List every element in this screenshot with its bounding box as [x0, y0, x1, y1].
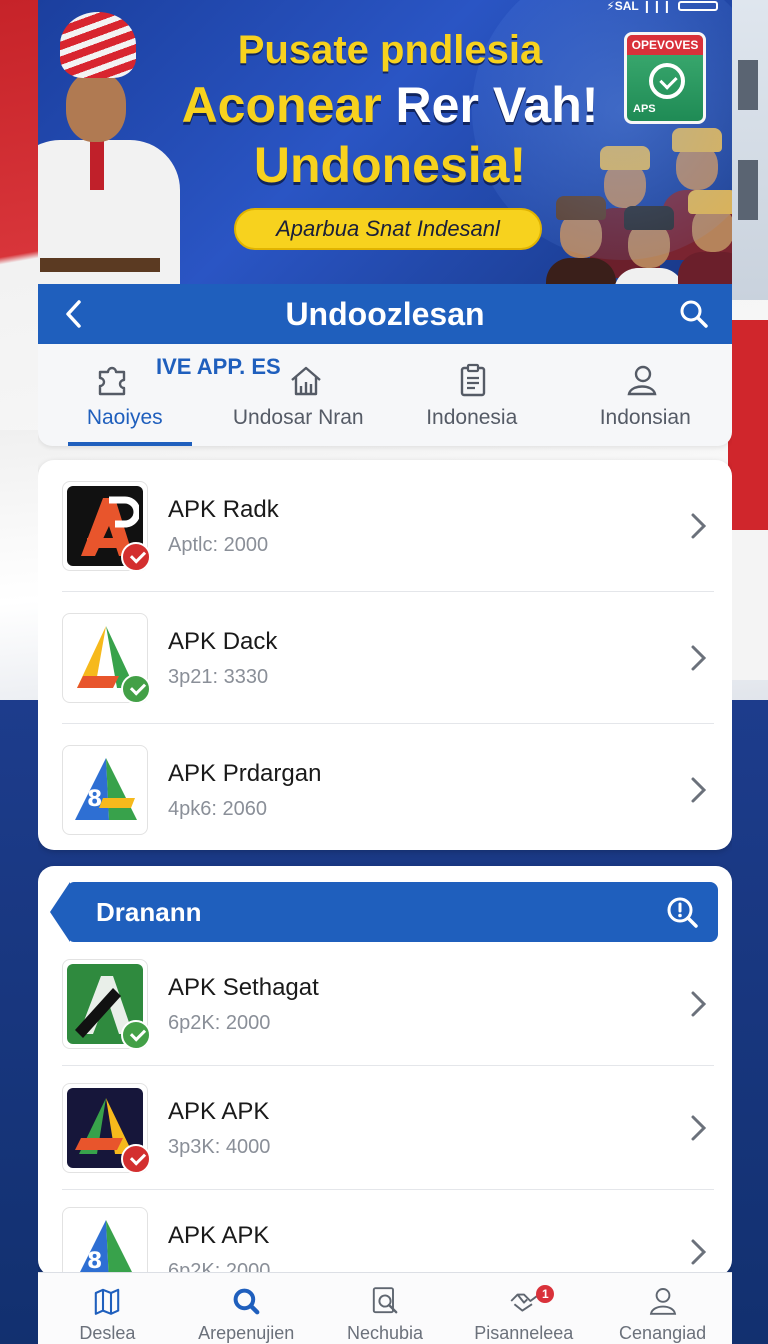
list-item[interactable]: APK Dack 3p21: 3330	[62, 592, 714, 724]
app-icon	[62, 613, 151, 704]
nav-deslea[interactable]: Deslea	[38, 1273, 177, 1344]
list-item[interactable]: APK APK 3p3K: 4000	[62, 1066, 714, 1190]
app-icon: 8	[62, 1207, 148, 1276]
nav-label: Cenangiad	[619, 1323, 707, 1343]
nav-nechubia[interactable]: Nechubia	[316, 1273, 455, 1344]
app-subtitle: Aptlc: 2000	[168, 533, 269, 556]
badge-label: OPEVOVES	[627, 35, 703, 55]
nav-label: Arepenujien	[198, 1323, 295, 1343]
banner-line-3: Undonesia!	[253, 137, 527, 193]
nav-label: Nechubia	[346, 1323, 424, 1343]
person-illustration	[546, 196, 616, 284]
chevron-right-icon[interactable]	[682, 988, 714, 1020]
app-name: APK APK	[168, 1221, 270, 1249]
banner-line-2-yellow: Aconear	[181, 77, 396, 133]
app-list-card: Dranann APK Sethagat 6p2K: 2000 APK APK …	[38, 866, 732, 1276]
list-item[interactable]: 8 APK Prdargan 4pk6: 2060	[62, 724, 714, 850]
nav-arepenujien[interactable]: Arepenujien	[177, 1273, 316, 1344]
chevron-right-icon[interactable]	[682, 1236, 714, 1268]
list-item[interactable]: APK Sethagat 6p2K: 2000	[62, 942, 714, 1066]
app-icon: 8	[62, 745, 148, 835]
chevron-right-icon[interactable]	[682, 1112, 714, 1144]
document-search-icon	[372, 1287, 398, 1314]
notification-badge: 1	[536, 1285, 555, 1303]
tab-indonesia[interactable]: Indonesia	[385, 344, 559, 446]
triangle-logo: 8	[78, 1220, 134, 1276]
signal-text: ⚡SAL ❙❙❙	[606, 0, 672, 13]
app-screen: ⚡SAL ❙❙❙ Pusate pndlesia Aconear Rer Vah…	[38, 0, 732, 1344]
banner-line-2-white: Rer Vah!	[395, 77, 599, 133]
svg-text:8: 8	[87, 787, 102, 812]
chevron-right-icon[interactable]	[682, 510, 714, 542]
banner-line-2: Aconear Rer Vah!	[150, 80, 630, 130]
tab-indonsian[interactable]: Indonsian	[559, 344, 733, 446]
flag-white-right	[728, 530, 768, 680]
section-header: Dranann	[50, 882, 718, 942]
app-icon	[62, 481, 151, 572]
person-illustration	[678, 190, 732, 284]
tab-undosar-nran[interactable]: Undosar Nran	[212, 344, 386, 446]
app-name: APK Dack	[168, 627, 278, 655]
nav-label: Deslea	[79, 1323, 136, 1343]
status-bar: ⚡SAL ❙❙❙	[606, 0, 718, 13]
search-icon	[233, 1288, 260, 1315]
bottom-navigation: Deslea Arepenujien Nechubia 1 Pisannelee…	[38, 1272, 732, 1344]
chevron-right-icon[interactable]	[682, 642, 714, 674]
banner-cta-button[interactable]: Aparbua Snat Indesanl	[234, 208, 542, 250]
top-app-bar: Undoozlesan	[38, 284, 732, 344]
person-illustration	[614, 206, 684, 284]
app-list-card: APK Radk Aptlc: 2000 APK Dack 3p21: 3330…	[38, 460, 732, 850]
app-name: APK Sethagat	[168, 973, 319, 1001]
triangle-logo: 8	[75, 758, 137, 820]
app-name: APK Radk	[168, 495, 279, 523]
check-badge-icon	[121, 674, 151, 704]
svg-text:8: 8	[87, 1249, 102, 1274]
app-name: APK APK	[168, 1097, 270, 1125]
user-icon	[649, 1288, 676, 1315]
category-tabs: IVE APP. ES Naoiyes Undosar Nran Indones…	[38, 344, 732, 446]
promo-banner[interactable]: Pusate pndlesia Aconear Rer Vah! Undones…	[38, 0, 732, 284]
check-badge-icon	[121, 1020, 151, 1050]
tab-label: Indonesia	[426, 406, 518, 429]
tab-label: Undosar Nran	[232, 406, 364, 429]
app-badge: OPEVOVES APS	[624, 32, 706, 124]
badge-caption: APS	[633, 103, 656, 115]
nav-cenangiad[interactable]: Cenangiad	[593, 1273, 732, 1344]
chevron-right-icon[interactable]	[682, 774, 714, 806]
map-icon	[95, 1288, 120, 1315]
app-icon	[62, 959, 151, 1050]
list-item[interactable]: 8 APK APK 6p2K: 2000	[62, 1190, 714, 1276]
tab-naoiyes[interactable]: Naoiyes	[38, 344, 212, 446]
puzzle-icon	[98, 366, 126, 396]
nav-pisanneleea[interactable]: 1 Pisanneleea	[454, 1273, 593, 1344]
person-icon	[627, 365, 656, 396]
banner-line-1: Pusate pndlesia	[237, 28, 543, 72]
app-icon	[62, 1083, 151, 1174]
nav-label: Pisanneleea	[474, 1323, 574, 1343]
app-subtitle: 3p3K: 4000	[168, 1135, 271, 1158]
clipboard-icon	[460, 363, 486, 397]
list-item[interactable]: APK Radk Aptlc: 2000	[62, 460, 714, 592]
chevron-left-icon[interactable]	[58, 298, 90, 330]
tab-label: Indonsian	[599, 406, 691, 429]
check-badge-icon	[121, 542, 151, 572]
battery-icon	[678, 1, 718, 11]
section-title: Dranann	[96, 896, 202, 927]
app-subtitle: 6p2K: 2000	[168, 1011, 271, 1034]
app-name: APK Prdargan	[168, 759, 322, 787]
tab-label: Naoiyes	[86, 406, 163, 429]
app-subtitle: 3p21: 3330	[168, 665, 269, 688]
search-alert-icon[interactable]	[664, 894, 700, 930]
house-chart-icon	[290, 366, 321, 396]
building-image	[728, 0, 768, 300]
search-icon[interactable]	[676, 296, 712, 332]
app-subtitle: 4pk6: 2060	[168, 797, 267, 820]
page-title: Undoozlesan	[285, 295, 485, 332]
flag-red-right	[728, 320, 768, 530]
check-circle-icon	[649, 63, 685, 99]
check-badge-icon	[121, 1144, 151, 1174]
